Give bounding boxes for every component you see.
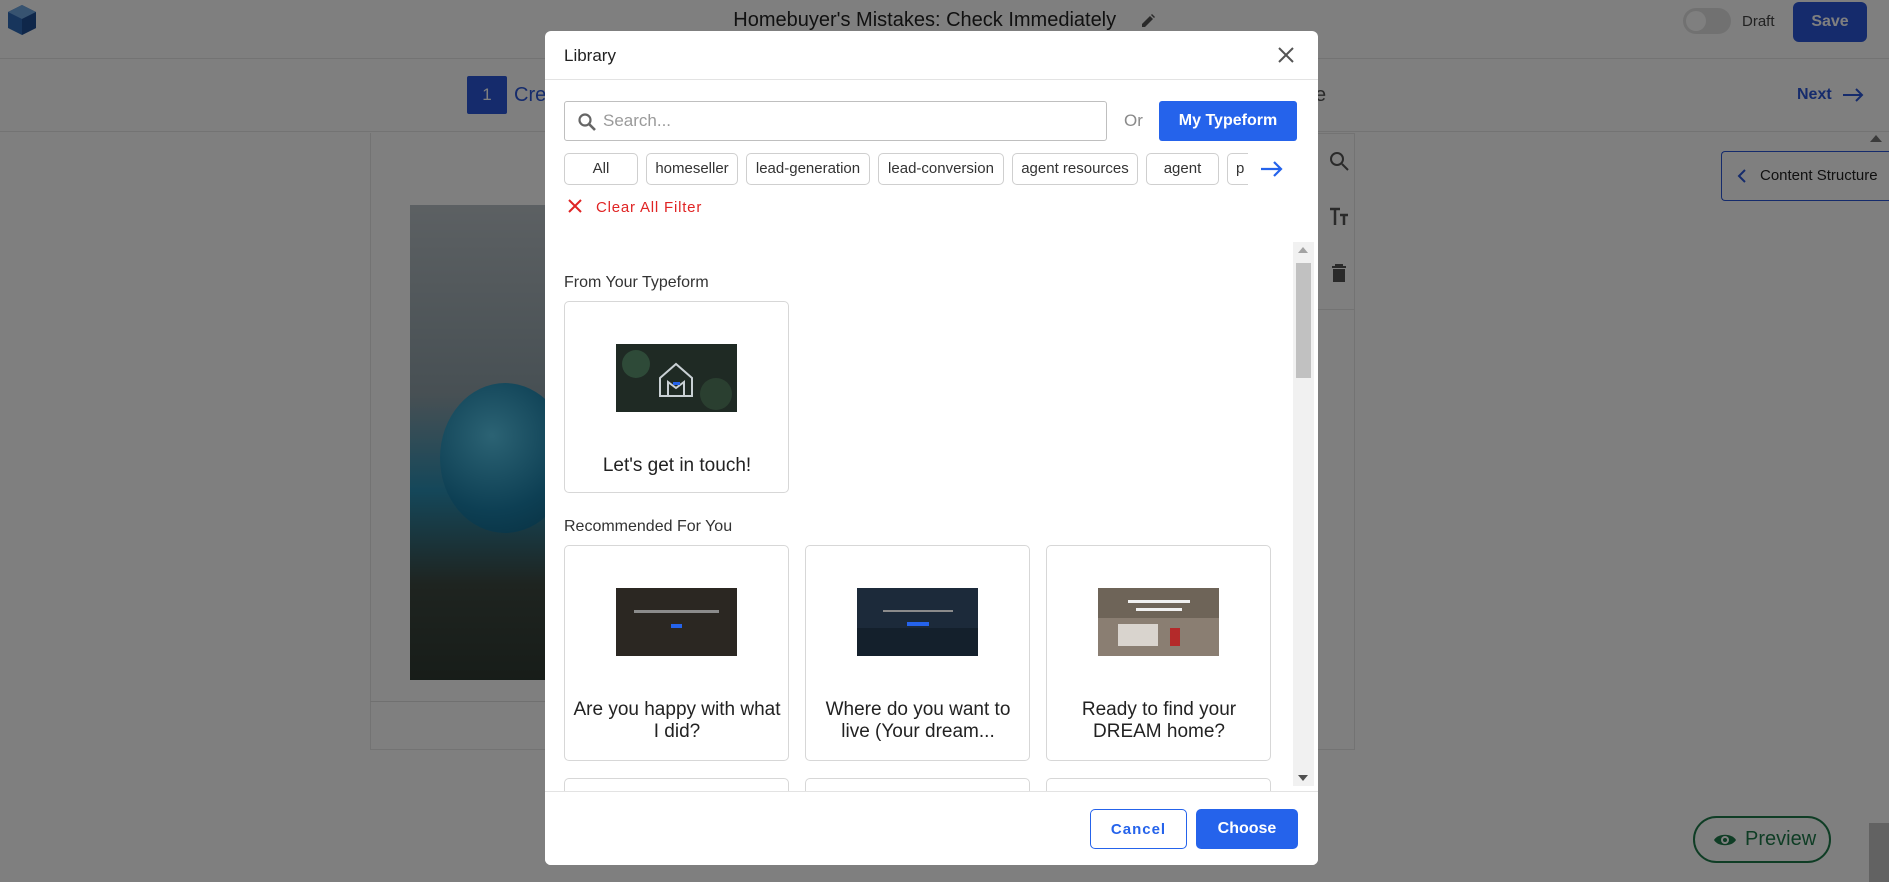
template-card[interactable]: Are you happy with what I did? [564, 545, 789, 761]
list-scrollbar[interactable] [1293, 242, 1314, 786]
search-icon [578, 113, 596, 131]
tag-homeseller[interactable]: homeseller [646, 153, 738, 185]
thank-you-thumbnail-icon [616, 588, 737, 656]
modal-title: Library [564, 46, 616, 65]
or-separator: Or [1124, 111, 1143, 130]
template-title: Where do you want to live (Your dream... [825, 699, 1011, 742]
template-thumbnail [857, 588, 978, 656]
template-card[interactable]: Ready to find your DREAM home? [1046, 545, 1271, 761]
clear-all-filter-button[interactable]: Clear All Filter [568, 199, 702, 216]
tag-lead-conversion[interactable]: lead-conversion [878, 153, 1004, 185]
city-thumbnail-icon [857, 588, 978, 656]
tag-lead-generation[interactable]: lead-generation [746, 153, 870, 185]
house-logo-icon [616, 344, 737, 412]
template-thumbnail [1098, 588, 1219, 656]
template-card-partial[interactable] [1046, 778, 1271, 791]
template-title: Ready to find your DREAM home? [1081, 699, 1237, 742]
tag-agent-resources[interactable]: agent resources [1012, 153, 1138, 185]
template-card[interactable]: Where do you want to live (Your dream... [805, 545, 1030, 761]
template-thumbnail [616, 588, 737, 656]
scroll-down-icon[interactable] [1298, 775, 1308, 781]
scrollbar-thumb[interactable] [1296, 263, 1311, 378]
modal-header: Library [545, 31, 1318, 80]
modal-footer: Cancel Choose [545, 791, 1318, 865]
arrow-right-icon[interactable] [1260, 160, 1284, 178]
search-input[interactable] [603, 108, 1098, 134]
template-thumbnail [616, 344, 737, 412]
cancel-button[interactable]: Cancel [1090, 809, 1187, 849]
template-card-partial[interactable] [805, 778, 1030, 791]
scroll-up-icon[interactable] [1298, 247, 1308, 253]
template-card[interactable]: Let's get in touch! [564, 301, 789, 493]
tag-all[interactable]: All [564, 153, 638, 185]
section-title-from-typeform: From Your Typeform [564, 274, 709, 291]
clear-filter-label: Clear All Filter [595, 199, 703, 216]
choose-button[interactable]: Choose [1196, 809, 1298, 849]
template-title: Are you happy with what I did? [573, 699, 781, 742]
tag-agent[interactable]: agent [1146, 153, 1219, 185]
close-icon [568, 199, 582, 213]
my-typeform-button[interactable]: My Typeform [1159, 101, 1297, 141]
search-field[interactable] [564, 101, 1107, 141]
library-modal: Library Or My Typeform All homeseller le… [545, 31, 1318, 865]
tag-partial[interactable]: p [1227, 153, 1248, 185]
template-title: Let's get in touch! [602, 455, 752, 476]
close-icon[interactable] [1276, 45, 1296, 65]
section-title-recommended: Recommended For You [564, 518, 733, 535]
template-card-partial[interactable] [564, 778, 789, 791]
dream-home-thumbnail-icon [1098, 588, 1219, 656]
template-list: From Your Typeform Let's get in touch! R… [545, 241, 1318, 791]
tag-filter-strip: All homeseller lead-generation lead-conv… [564, 153, 1248, 185]
